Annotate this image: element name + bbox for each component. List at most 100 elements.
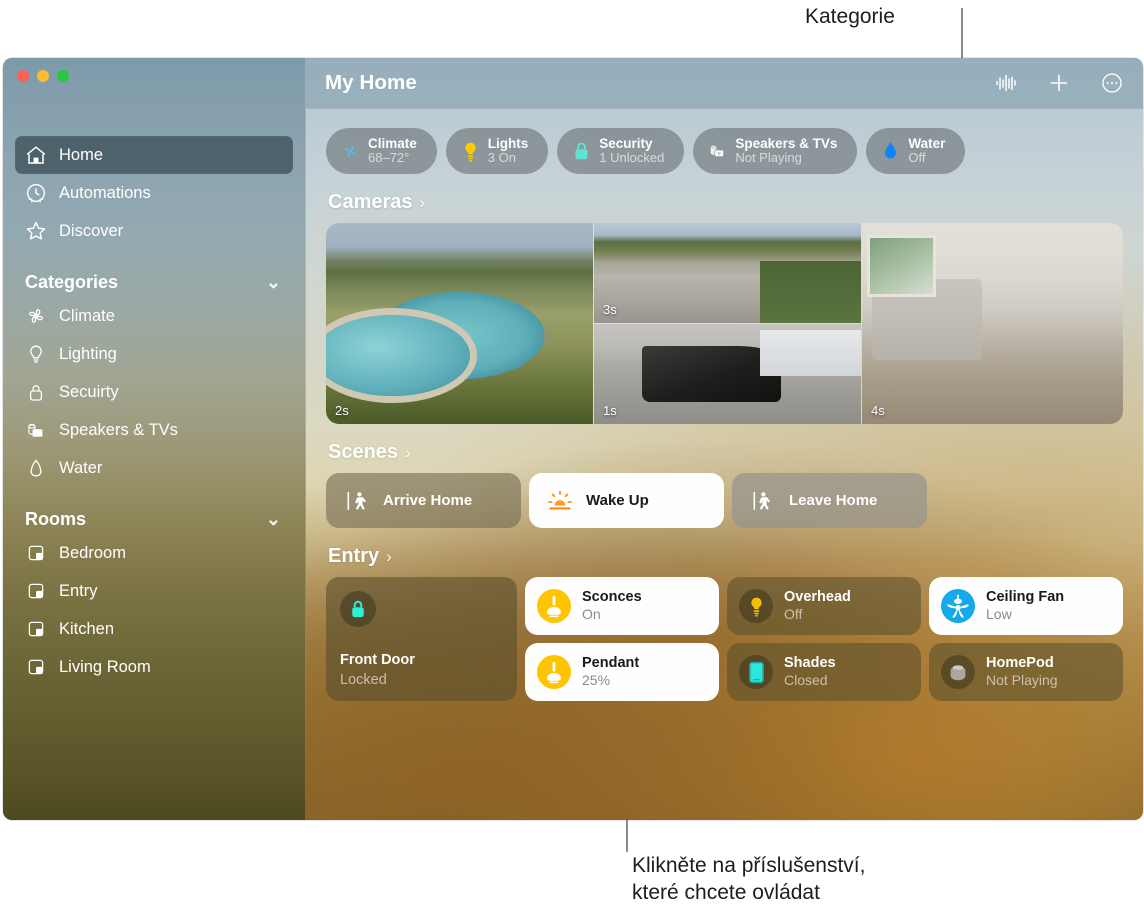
- section-title: Categories: [25, 272, 119, 292]
- sidebar-section-categories[interactable]: Categories ⌄: [25, 272, 293, 293]
- accessory-name: Shades: [784, 654, 836, 671]
- sidebar-item-water[interactable]: Water: [15, 449, 293, 487]
- more-options-icon[interactable]: [1099, 70, 1125, 96]
- fan-blade-icon: [941, 589, 975, 623]
- accessory-state: On: [582, 606, 601, 623]
- droplet-icon: [881, 140, 900, 162]
- accessory-state: Low: [986, 606, 1012, 623]
- pendant-icon: [537, 655, 571, 689]
- pill-title: Security: [599, 135, 653, 151]
- homepod-icon: [941, 655, 975, 689]
- clock-icon: [25, 182, 47, 204]
- accessory-state: Closed: [784, 672, 828, 689]
- section-label: Scenes: [328, 441, 399, 463]
- accessory-front-door[interactable]: Front Door Locked: [326, 577, 517, 701]
- accessory-state: Not Playing: [986, 672, 1058, 689]
- sidebar-item-label: Secuirty: [59, 382, 119, 401]
- chevron-down-icon[interactable]: ⌄: [266, 509, 281, 530]
- camera-tile[interactable]: 4s: [862, 223, 1123, 424]
- accessory-state: Locked: [340, 672, 387, 688]
- minimize-button[interactable]: [37, 70, 49, 82]
- accessory-grid: Front Door Locked Sconces On Pendant 25%…: [326, 577, 1123, 701]
- pill-security[interactable]: Security 1 Unlocked: [557, 128, 685, 174]
- accessory-name: Pendant: [582, 654, 640, 671]
- maximize-button[interactable]: [57, 70, 69, 82]
- accessory-column: Ceiling Fan Low HomePod Not Playing: [929, 577, 1123, 701]
- sidebar-item-lighting[interactable]: Lighting: [15, 335, 293, 373]
- bulb-icon: [25, 343, 47, 365]
- scene-leave-home[interactable]: Leave Home: [732, 473, 927, 528]
- sidebar-item-bedroom[interactable]: Bedroom: [15, 534, 293, 572]
- sidebar-item-speakers-tvs[interactable]: tv Speakers & TVs: [15, 411, 293, 449]
- section-header-entry[interactable]: Entry ›: [328, 545, 1123, 568]
- camera-timestamp: 1s: [603, 403, 617, 418]
- camera-grid: 2s 3s 1s 4s: [326, 223, 1123, 424]
- sidebar-item-automations[interactable]: Automations: [15, 174, 293, 212]
- room-icon: [25, 542, 47, 564]
- lock-icon: [572, 140, 591, 162]
- pill-climate[interactable]: Climate 68–72°: [326, 128, 437, 174]
- speaker-tv-icon: tv: [708, 140, 727, 162]
- pill-subtitle: 3 On: [487, 150, 516, 166]
- chevron-right-icon: ›: [405, 442, 411, 462]
- category-pills: Climate 68–72° Lights 3 On Security 1 Un…: [326, 128, 1123, 174]
- svg-text:tv: tv: [718, 151, 721, 156]
- camera-tile[interactable]: 2s: [326, 223, 593, 424]
- sidebar-item-security[interactable]: Secuirty: [15, 373, 293, 411]
- pill-title: Speakers & TVs: [735, 135, 838, 151]
- chevron-down-icon[interactable]: ⌄: [266, 272, 281, 293]
- scroll-content: Climate 68–72° Lights 3 On Security 1 Un…: [306, 109, 1143, 820]
- toolbar: [993, 70, 1125, 96]
- accessory-sconces[interactable]: Sconces On: [525, 577, 719, 635]
- close-button[interactable]: [17, 70, 29, 82]
- audio-waveform-icon[interactable]: [993, 70, 1019, 96]
- sidebar-item-entry[interactable]: Entry: [15, 572, 293, 610]
- window-controls: [17, 70, 69, 82]
- camera-feed-image: [862, 223, 1123, 424]
- accessory-name: HomePod: [986, 654, 1054, 671]
- sidebar-section-rooms[interactable]: Rooms ⌄: [25, 509, 293, 530]
- sidebar-item-kitchen[interactable]: Kitchen: [15, 610, 293, 648]
- pill-water[interactable]: Water Off: [866, 128, 966, 174]
- star-icon: [25, 220, 47, 242]
- camera-tile[interactable]: 3s: [594, 223, 861, 323]
- speaker-tv-icon: tv: [25, 419, 47, 441]
- scene-wake-up[interactable]: Wake Up: [529, 473, 724, 528]
- camera-timestamp: 4s: [871, 403, 885, 418]
- walk-in-icon: [344, 488, 370, 514]
- accessory-state: 25%: [582, 672, 611, 689]
- camera-column: 3s 1s: [594, 223, 861, 424]
- accessory-pendant[interactable]: Pendant 25%: [525, 643, 719, 701]
- camera-tile[interactable]: 1s: [594, 324, 861, 424]
- add-icon[interactable]: [1046, 70, 1072, 96]
- sidebar-item-label: Entry: [59, 581, 98, 600]
- sidebar-item-label: Kitchen: [59, 619, 115, 638]
- sidebar-item-living-room[interactable]: Living Room: [15, 648, 293, 686]
- section-header-cameras[interactable]: Cameras ›: [328, 191, 1123, 214]
- titlebar: My Home: [306, 58, 1143, 109]
- scene-label: Arrive Home: [383, 492, 473, 509]
- chevron-right-icon: ›: [386, 546, 392, 566]
- scene-arrive-home[interactable]: Arrive Home: [326, 473, 521, 528]
- room-icon: [25, 656, 47, 678]
- pill-speakers-tvs[interactable]: tv Speakers & TVs Not Playing: [693, 128, 858, 174]
- bulb-icon: [461, 140, 480, 162]
- sidebar: Home Automations Discover Categories ⌄ C…: [3, 58, 306, 820]
- sidebar-item-home[interactable]: Home: [15, 136, 293, 174]
- sidebar-item-label: Water: [59, 458, 103, 477]
- scene-label: Leave Home: [789, 492, 878, 509]
- accessory-shades[interactable]: Shades Closed: [727, 643, 921, 701]
- accessory-ceiling-fan[interactable]: Ceiling Fan Low: [929, 577, 1123, 635]
- camera-timestamp: 2s: [335, 403, 349, 418]
- accessory-overhead[interactable]: Overhead Off: [727, 577, 921, 635]
- page-title: My Home: [325, 71, 417, 94]
- fan-icon: [341, 140, 360, 162]
- sidebar-item-discover[interactable]: Discover: [15, 212, 293, 250]
- accessory-homepod[interactable]: HomePod Not Playing: [929, 643, 1123, 701]
- section-header-scenes[interactable]: Scenes ›: [328, 441, 1123, 464]
- scene-list: Arrive Home Wake Up Leave Home: [326, 473, 1123, 528]
- sidebar-item-climate[interactable]: Climate: [15, 297, 293, 335]
- pill-lights[interactable]: Lights 3 On: [445, 128, 549, 174]
- pill-subtitle: 68–72°: [368, 150, 410, 166]
- house-icon: [25, 144, 47, 166]
